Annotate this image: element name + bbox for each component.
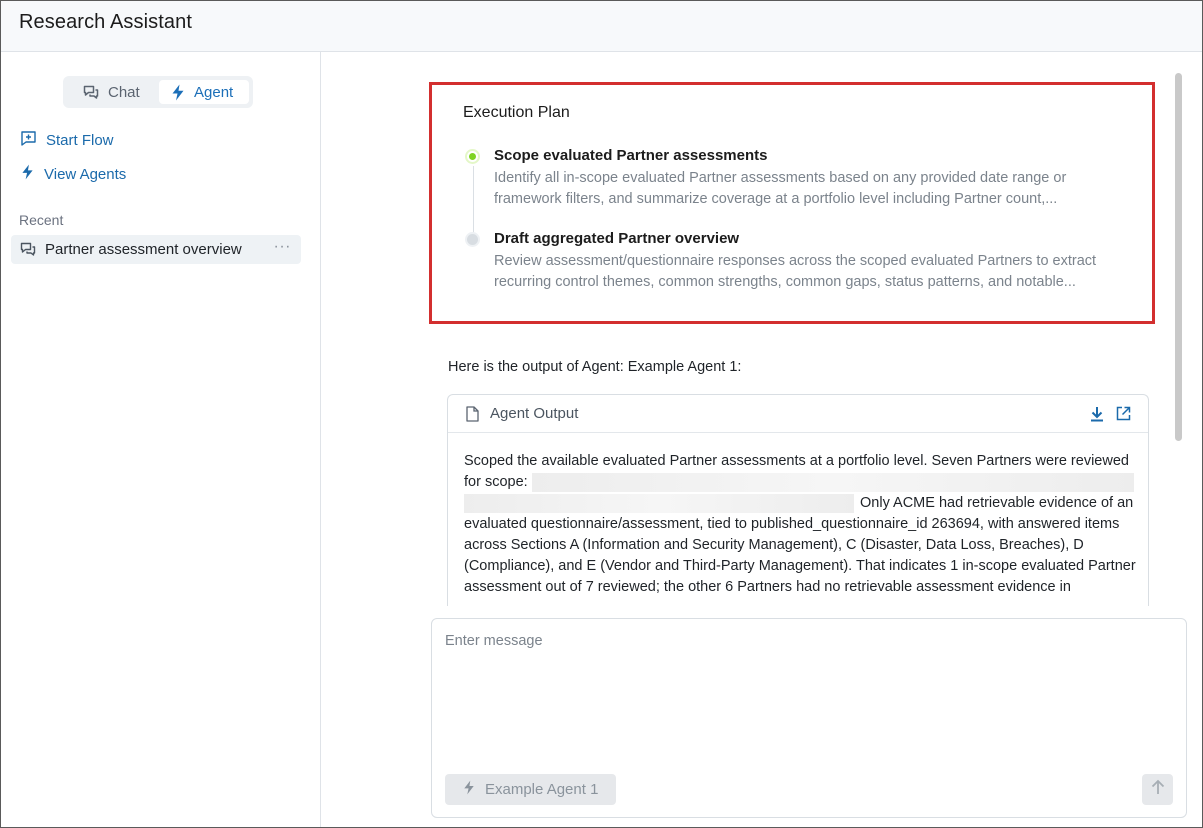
plan-step-description: Identify all in-scope evaluated Partner … (494, 170, 1067, 207)
view-agents-link[interactable]: View Agents (21, 164, 126, 184)
lightning-icon (463, 780, 475, 799)
document-icon (466, 406, 479, 427)
execution-plan-panel: Execution Plan Scope evaluated Partner a… (429, 82, 1155, 324)
agent-select-label: Example Agent 1 (485, 781, 599, 798)
execution-plan-title: Execution Plan (463, 104, 570, 121)
mode-toggle-chat[interactable]: Chat (67, 80, 157, 104)
open-external-icon[interactable] (1116, 406, 1131, 426)
app-title: Research Assistant (19, 11, 192, 33)
chat-icon (20, 242, 36, 261)
plan-step-description: Review assessment/questionnaire response… (494, 253, 1097, 290)
plan-step-title: Scope evaluated Partner assessments (494, 147, 768, 164)
plan-step-title: Draft aggregated Partner overview (494, 230, 740, 247)
lightning-icon (21, 164, 34, 184)
step-status-active-icon (467, 151, 478, 162)
message-input-placeholder[interactable]: Enter message (445, 633, 543, 649)
redacted-block (531, 472, 1134, 492)
sidebar: Chat Agent Start Flow View Agents Recent… (1, 52, 321, 827)
agent-output-header: Agent Output (448, 395, 1148, 433)
start-flow-label: Start Flow (46, 131, 114, 149)
agent-output-card: Agent Output Scoped the available evalua… (447, 394, 1149, 606)
mode-toggle-agent[interactable]: Agent (159, 80, 249, 104)
add-chat-icon (21, 130, 36, 150)
recent-item-partner-assessment[interactable]: Partner assessment overview ··· (11, 235, 301, 264)
redacted-block (464, 493, 854, 513)
send-button[interactable] (1142, 774, 1173, 805)
view-agents-label: View Agents (44, 165, 127, 183)
scrollbar-thumb[interactable] (1175, 73, 1182, 441)
agent-output-intro: Here is the output of Agent: Example Age… (448, 359, 742, 375)
agent-output-body: Scoped the available evaluated Partner a… (464, 451, 1136, 598)
agent-output-title: Agent Output (490, 405, 579, 422)
download-icon[interactable] (1090, 406, 1104, 427)
app-header: Research Assistant (1, 1, 1202, 52)
mode-toggle: Chat Agent (63, 76, 253, 108)
start-flow-link[interactable]: Start Flow (21, 130, 114, 150)
more-options-icon[interactable]: ··· (274, 238, 291, 256)
mode-toggle-agent-label: Agent (194, 83, 234, 101)
chat-icon (83, 85, 99, 100)
arrow-up-icon (1151, 779, 1165, 800)
steps-connector (473, 166, 474, 234)
lightning-icon (171, 84, 185, 101)
agent-select-button[interactable]: Example Agent 1 (445, 774, 616, 805)
mode-toggle-chat-label: Chat (108, 83, 140, 101)
recent-heading: Recent (19, 212, 64, 228)
message-composer[interactable]: Enter message Example Agent 1 (431, 618, 1187, 818)
step-status-pending-icon (467, 234, 478, 245)
recent-item-label: Partner assessment overview (45, 241, 242, 258)
